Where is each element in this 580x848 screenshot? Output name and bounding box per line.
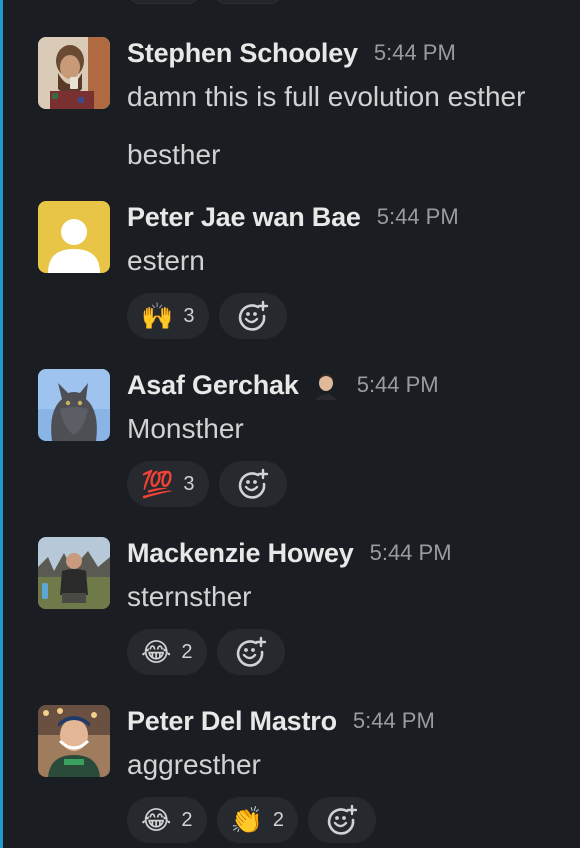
add-reaction-button[interactable] <box>218 293 287 339</box>
message-header: Peter Jae wan Bae 5:44 PM <box>127 201 570 233</box>
timestamp[interactable]: 5:44 PM <box>353 708 435 734</box>
add-reaction-icon <box>238 468 268 499</box>
sender-name[interactable]: Peter Del Mastro <box>127 706 337 737</box>
message-body: Stephen Schooley 5:44 PM damn this is fu… <box>127 37 570 115</box>
clapping-hands-emoji-icon: 👏 <box>230 805 263 835</box>
message-body: Peter Del Mastro 5:44 PM aggresther 😂 2 … <box>127 705 570 843</box>
sender-name[interactable]: Peter Jae wan Bae <box>127 202 361 233</box>
message-item[interactable]: Peter Del Mastro 5:44 PM aggresther 😂 2 … <box>38 705 570 848</box>
add-reaction-button[interactable] <box>218 461 287 507</box>
message-text: sternsther <box>127 581 252 612</box>
previous-reaction-pill[interactable] <box>128 0 200 4</box>
add-reaction-button[interactable] <box>308 797 377 843</box>
add-reaction-icon <box>238 300 268 331</box>
reaction-count: 3 <box>183 472 195 495</box>
add-reaction-icon <box>236 636 266 667</box>
message-item[interactable]: Stephen Schooley 5:44 PM damn this is fu… <box>38 37 570 187</box>
message-body: Mackenzie Howey 5:44 PM sternsther 😂 2 <box>127 537 570 675</box>
message-header: Stephen Schooley 5:44 PM <box>127 37 570 69</box>
reaction-pill[interactable]: 🙌 3 <box>127 293 209 339</box>
sender-name[interactable]: Mackenzie Howey <box>127 538 354 569</box>
reaction-pill[interactable]: 💯 3 <box>127 461 209 507</box>
reaction-count: 2 <box>181 640 193 663</box>
message-header: Asaf Gerchak 5:44 PM <box>127 369 570 401</box>
message-header: Mackenzie Howey 5:44 PM <box>127 537 570 569</box>
avatar[interactable] <box>38 369 110 441</box>
add-reaction-icon <box>327 804 358 835</box>
message-item[interactable]: Peter Jae wan Bae 5:44 PM estern 🙌 3 <box>38 201 570 351</box>
reaction-bar: 💯 3 <box>127 461 570 507</box>
timestamp[interactable]: 5:44 PM <box>370 540 452 566</box>
message-body: Asaf Gerchak 5:44 PM Monsther 💯 3 <box>127 369 570 507</box>
message-text: aggresther <box>127 749 261 780</box>
message-header: Peter Del Mastro 5:44 PM <box>127 705 570 737</box>
message-item[interactable]: Mackenzie Howey 5:44 PM sternsther 😂 2 <box>38 537 570 687</box>
sender-name[interactable]: Asaf Gerchak <box>127 370 299 401</box>
reaction-count: 2 <box>272 808 285 831</box>
message-item[interactable]: Asaf Gerchak 5:44 PM Monsther 💯 3 <box>38 369 570 519</box>
raised-hands-emoji-icon: 🙌 <box>141 301 174 331</box>
reaction-pill[interactable]: 😂 2 <box>127 629 207 675</box>
message-text: damn this is full evolution esther <box>127 81 526 112</box>
channel-left-rail <box>0 0 3 848</box>
timestamp[interactable]: 5:44 PM <box>357 372 439 398</box>
message-text: Monsther <box>127 413 244 444</box>
reaction-bar: 🙌 3 <box>127 293 570 339</box>
message-text: besther <box>127 139 221 170</box>
reaction-bar: 😂 2 <box>127 629 570 675</box>
default-user-avatar-icon[interactable] <box>38 201 110 273</box>
avatar[interactable] <box>38 705 110 777</box>
previous-add-reaction-pill[interactable] <box>214 0 282 4</box>
reaction-pill[interactable]: 😂 2 <box>127 797 207 843</box>
status-emoji-icon <box>310 370 341 400</box>
joy-emoji-icon: 😂 <box>141 637 172 667</box>
reaction-count: 3 <box>183 304 195 327</box>
message-text: estern <box>127 245 205 276</box>
timestamp[interactable]: 5:44 PM <box>374 40 456 66</box>
reaction-bar: 😂 2 👏 2 <box>127 797 570 843</box>
avatar[interactable] <box>38 37 110 109</box>
avatar[interactable] <box>38 537 110 609</box>
sender-name[interactable]: Stephen Schooley <box>127 38 358 69</box>
reaction-pill[interactable]: 👏 2 <box>216 797 299 843</box>
message-body: Peter Jae wan Bae 5:44 PM estern 🙌 3 <box>127 201 570 339</box>
timestamp[interactable]: 5:44 PM <box>377 204 459 230</box>
reaction-count: 2 <box>181 808 193 831</box>
hundred-points-emoji-icon: 💯 <box>141 469 174 499</box>
joy-emoji-icon: 😂 <box>141 805 172 835</box>
add-reaction-button[interactable] <box>216 629 285 675</box>
